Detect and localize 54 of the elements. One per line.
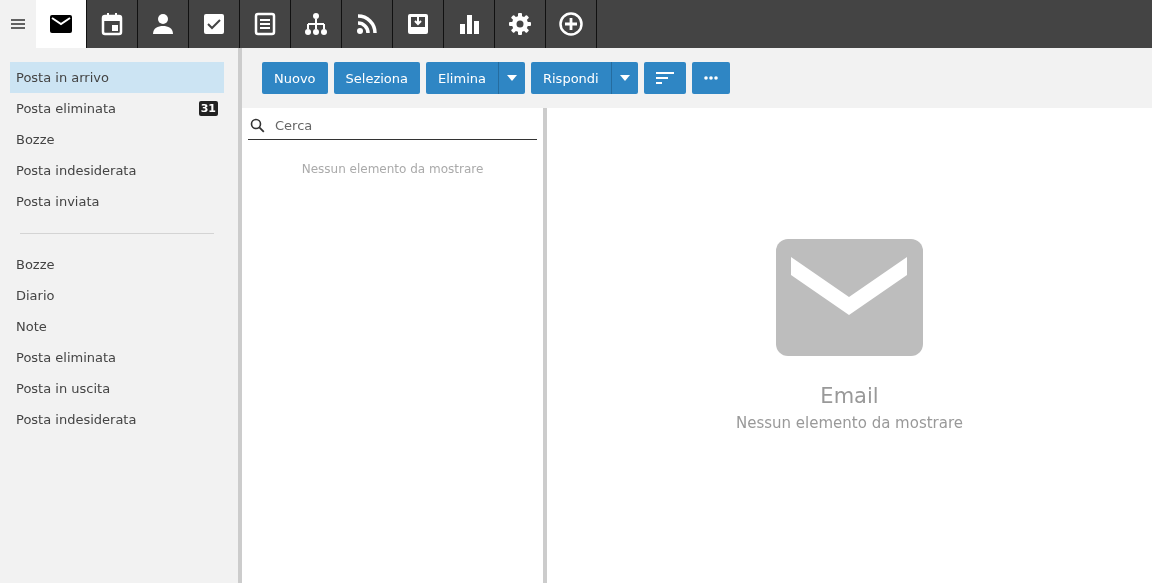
folder-label: Note: [16, 319, 47, 334]
folder-label: Posta indesiderata: [16, 163, 137, 178]
dropdown-button[interactable]: [610, 62, 638, 94]
toolbar-button[interactable]: Nuovo: [262, 62, 328, 94]
folder-item[interactable]: Diario: [10, 280, 224, 311]
folder-item[interactable]: Posta indesiderata: [10, 404, 224, 435]
folder-label: Posta inviata: [16, 194, 100, 209]
caret-icon: [506, 75, 517, 81]
more-icon: [703, 76, 718, 80]
envelope-icon: [49, 12, 73, 36]
bar-chart-icon: [457, 12, 481, 36]
caret-icon: [619, 75, 630, 81]
app-tab[interactable]: [36, 0, 87, 48]
toolbar-button[interactable]: Seleziona: [333, 62, 421, 94]
folder-item[interactable]: Posta in arrivo: [10, 62, 224, 93]
folder-label: Bozze: [16, 132, 55, 147]
toolbar-button[interactable]: Elimina: [426, 62, 498, 94]
checkbox-icon: [202, 12, 226, 36]
search-icon: [250, 118, 265, 133]
toolbar-button[interactable]: Rispondi: [530, 62, 611, 94]
inbox-download-icon: [406, 12, 430, 36]
dropdown-button[interactable]: [497, 62, 525, 94]
sort-button[interactable]: [643, 62, 686, 94]
folder-item[interactable]: Note: [10, 311, 224, 342]
folder-label: Posta in uscita: [16, 381, 111, 396]
folder-item[interactable]: Posta inviata: [10, 186, 224, 217]
document-icon: [253, 12, 277, 36]
folder-item[interactable]: Posta indesiderata: [10, 155, 224, 186]
folder-label: Bozze: [16, 257, 55, 272]
menu-icon: [11, 19, 25, 29]
more-button[interactable]: [691, 62, 730, 94]
hierarchy-icon: [304, 12, 328, 36]
folder-item[interactable]: Bozze: [10, 249, 224, 280]
sort-icon: [655, 72, 674, 84]
empty-message: Nessun elemento da mostrare: [300, 162, 485, 176]
folder-item[interactable]: Posta in uscita: [10, 373, 224, 404]
menu-button[interactable]: [0, 0, 36, 48]
folder-label: Posta eliminata: [16, 350, 117, 365]
empty-message: Nessun elemento da mostrare: [735, 414, 964, 432]
folder-label: Posta indesiderata: [16, 412, 137, 427]
folder-label: Posta in arrivo: [16, 70, 109, 85]
pane-title: Email: [820, 384, 879, 408]
folder-item[interactable]: Posta eliminata 31: [10, 93, 224, 124]
unread-count: 31: [198, 101, 218, 116]
folder-label: Diario: [16, 288, 55, 303]
calendar-icon: [100, 12, 124, 36]
person-icon: [151, 12, 175, 36]
rss-icon: [355, 12, 379, 36]
folder-label: Posta eliminata: [16, 101, 117, 116]
folder-item[interactable]: Bozze: [10, 124, 224, 155]
envelope-icon: [776, 239, 923, 356]
folder-item[interactable]: Posta eliminata: [10, 342, 224, 373]
search-field[interactable]: Cerca: [273, 117, 537, 134]
add-circle-icon: [559, 12, 583, 36]
